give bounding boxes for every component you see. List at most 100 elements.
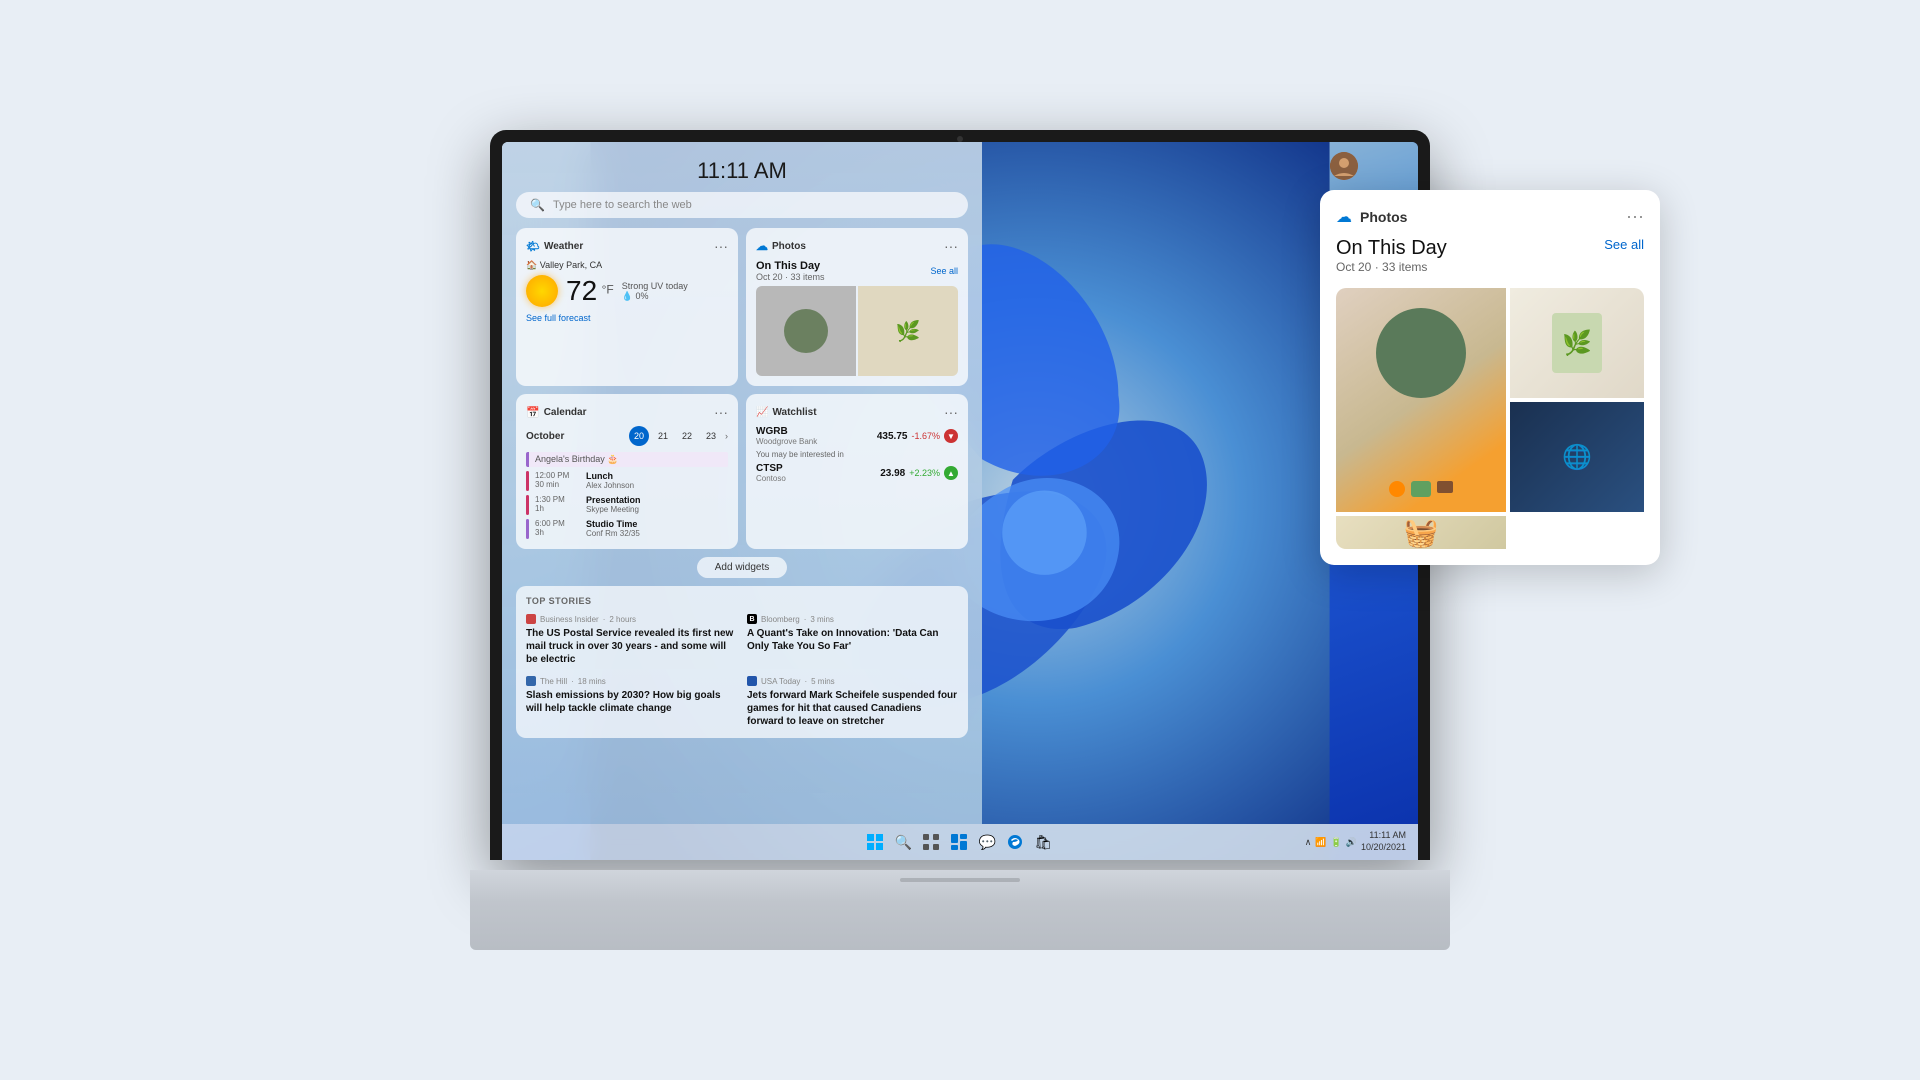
top-widgets-row: 🌤 Weather ··· 🏠 Valley Park, CA [516,228,968,386]
search-icon: 🔍 [530,198,545,212]
event-1-location: Alex Johnson [586,481,634,490]
clock-display: 11:11 AM [516,158,968,184]
search-bar[interactable]: 🔍 Type here to search the web [516,192,968,218]
teapot-item [1411,481,1431,497]
photos-expanded-small-1[interactable]: 🌿 [1510,288,1644,398]
weather-title: Weather [544,241,583,252]
weather-home-icon: 🏠 [526,260,537,270]
watchlist-title: Watchlist [772,407,816,418]
stock-WGRB: WGRB Woodgrove Bank 435.75 -1.67% ▼ [756,426,958,446]
start-button[interactable] [864,831,886,853]
calendar-date-20[interactable]: 20 [629,426,649,446]
photos-expanded-see-all-link[interactable]: See all [1604,237,1644,252]
weather-location-text: Valley Park, CA [540,260,602,270]
event-2-location: Skype Meeting [586,505,641,514]
event-2-title: Presentation [586,495,641,505]
news-item-1[interactable]: Business Insider · 2 hours The US Postal… [526,614,737,666]
news-item-3[interactable]: The Hill · 18 mins Slash emissions by 20… [526,676,737,728]
widgets-button[interactable] [948,831,970,853]
photos-expanded-grid: 🌿 🌐 🧺 [1336,288,1644,549]
calendar-date-22[interactable]: 22 [677,426,697,446]
news-headline-2: A Quant's Take on Innovation: 'Data Can … [747,627,958,653]
search-placeholder: Type here to search the web [553,199,692,211]
photos-see-all-link[interactable]: See all [930,266,958,276]
photos-expanded-menu-button[interactable]: ··· [1626,206,1644,227]
volume-icon[interactable]: 🔊 [1346,837,1357,848]
photos-expanded-small-3[interactable]: 🧺 [1336,516,1506,549]
weather-sun-icon [526,275,558,307]
news-source-dot-3 [526,676,536,686]
middle-widgets-row: 📅 Calendar ··· October 20 21 22 [516,394,968,549]
calendar-dates: 20 21 22 23 › [629,426,728,446]
event-3-title: Studio Time [586,519,640,529]
news-headline-4: Jets forward Mark Scheifele suspended fo… [747,689,958,728]
news-source-dot-1 [526,614,536,624]
calendar-event-2: 1:30 PM 1h Presentation Skype Meeting [526,495,728,515]
news-source-dot-4 [747,676,757,686]
news-headline-3: Slash emissions by 2030? How big goals w… [526,689,737,715]
news-grid: Business Insider · 2 hours The US Postal… [526,614,958,728]
taskview-button[interactable] [920,831,942,853]
photo-thumb-1[interactable] [756,286,856,376]
calendar-date-21[interactable]: 21 [653,426,673,446]
event-3-location: Conf Rm 32/35 [586,529,640,538]
event-1-title: Lunch [586,471,634,481]
photos-cloud-icon: ☁ [756,239,768,253]
photos-expanded-small-2[interactable]: 🌐 [1510,402,1644,512]
user-avatar[interactable] [1330,152,1358,180]
news-item-2[interactable]: B Bloomberg · 3 mins A Quant's Take on I… [747,614,958,666]
photos-expanded-card: ☁ Photos ··· On This Day Oct 20 · 33 ite… [1320,190,1660,565]
news-section: TOP STORIES Business Insider · 2 hours T… [516,586,968,738]
watchlist-widget: 📈 Watchlist ··· WGRB Woodgrove Bank [746,394,968,549]
store-button[interactable]: 🛍 [1032,831,1054,853]
weather-unit: °F [602,283,614,297]
news-source-dot-2: B [747,614,757,624]
taskbar-icons: 🔍 [614,831,1305,853]
weather-header: 🌤 Weather ··· [526,238,728,254]
scene: 11:11 AM 🔍 Type here to search the web 🌤 [460,90,1460,990]
weather-forecast-link[interactable]: See full forecast [526,313,728,323]
chat-button[interactable]: 💬 [976,831,998,853]
stock-CTSP: CTSP Contoso 23.98 +2.23% ▲ [756,463,958,483]
laptop-screen: 11:11 AM 🔍 Type here to search the web 🌤 [502,142,1418,860]
weather-precipitation: 💧 0% [622,291,688,302]
cup-item [1437,481,1453,493]
wifi-icon[interactable]: 📶 [1315,837,1326,848]
calendar-title: Calendar [544,407,587,418]
weather-menu-button[interactable]: ··· [714,238,728,254]
photos-expanded-meta: Oct 20 · 33 items [1336,260,1447,274]
watchlist-menu-button[interactable]: ··· [944,404,958,420]
photos-menu-button[interactable]: ··· [944,238,958,254]
photos-expanded-onthisday-title: On This Day [1336,237,1447,260]
news-headline-1: The US Postal Service revealed its first… [526,627,737,666]
calendar-date-23[interactable]: 23 [701,426,721,446]
photos-expanded-cloud-icon: ☁ [1336,207,1352,227]
weather-icon: 🌤 [526,240,540,253]
watchlist-icon: 📈 [756,407,768,418]
calendar-event-3: 6:00 PM 3h Studio Time Conf Rm 32/35 [526,519,728,539]
photos-expanded-big-photo[interactable] [1336,288,1506,512]
stock-down-icon: ▼ [944,429,958,443]
weather-widget: 🌤 Weather ··· 🏠 Valley Park, CA [516,228,738,386]
add-widgets-button[interactable]: Add widgets [697,557,787,578]
system-tray-up-icon[interactable]: ∧ [1305,837,1312,848]
news-section-label: TOP STORIES [526,596,958,606]
photos-meta: Oct 20 · 33 items [756,272,825,282]
photos-widget: ☁ Photos ··· On This Day Oct 20 · [746,228,968,386]
calendar-chevron[interactable]: › [725,431,728,441]
stock-up-icon: ▲ [944,466,958,480]
photo-thumb-2[interactable]: 🌿 [858,286,958,376]
calendar-events: 12:00 PM 30 min Lunch Alex Johnson [526,471,728,539]
all-day-event: Angela's Birthday 🎂 [526,452,728,467]
laptop-trackpad [900,878,1020,882]
laptop-base [470,870,1450,950]
battery-icon[interactable]: 🔋 [1331,837,1342,848]
interested-label: You may be interested in [756,450,958,459]
search-taskbar-button[interactable]: 🔍 [892,831,914,853]
news-item-4[interactable]: USA Today · 5 mins Jets forward Mark Sch… [747,676,958,728]
edge-button[interactable] [1004,831,1026,853]
calendar-menu-button[interactable]: ··· [714,404,728,420]
taskbar-clock[interactable]: 11:11 AM 10/20/2021 [1361,830,1406,853]
calendar-icon: 📅 [526,406,540,419]
taskbar-system-tray: ∧ 📶 🔋 🔊 11:11 AM 10/20/2021 [1305,830,1406,853]
